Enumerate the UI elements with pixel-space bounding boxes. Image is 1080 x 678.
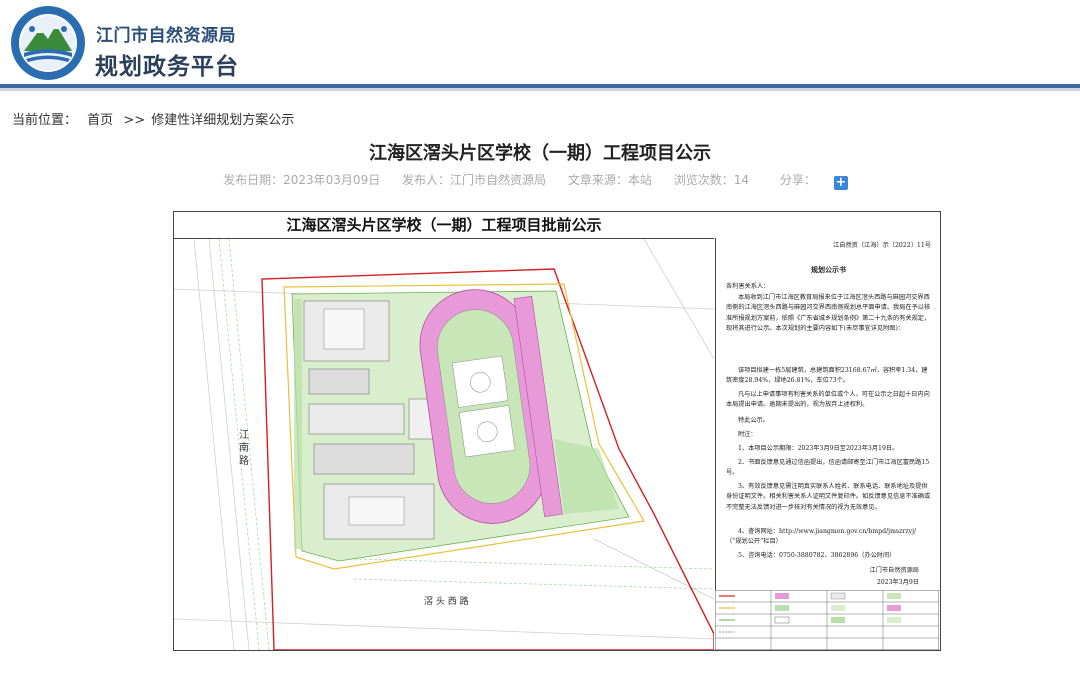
site-plan-map: 江 南 路 滘 头 西 路 <box>174 239 714 650</box>
notice-para-4: 特此公示。 <box>738 417 769 424</box>
notice-attach-label: 附注： <box>738 431 757 438</box>
notice-note-4: 4、查询网址：http://www.jiangmen.gov.cn/bmpd/j… <box>726 528 917 546</box>
org-name: 江门市自然资源局 <box>96 26 236 46</box>
breadcrumb-home-link[interactable]: 首页 <box>87 113 113 128</box>
notice-note-2: 2、书面反馈意见通过信函提出，信函请邮寄至江门市江海区富民路15号。 <box>726 459 930 477</box>
share-text: 分享： <box>779 173 816 187</box>
breadcrumb-current-link[interactable]: 修建性详细规划方案公示 <box>151 113 294 128</box>
publish-date: 发布日期：2023年03月09日 <box>223 173 381 187</box>
notice-note-5: 5、咨询电话：0750-3880782、3862896（办公时间） <box>738 552 896 559</box>
breadcrumb: 当前位置： 首页 >> 修建性详细规划方案公示 <box>12 109 294 128</box>
breadcrumb-separator: >> <box>123 113 146 128</box>
notice-note-3: 3、有效反馈意见需注明真实联系人姓名、联系电话、联系地址及提供身份证明文件。相关… <box>726 483 931 511</box>
notice-salutation: 各利害关系人： <box>726 283 770 290</box>
notice-para-2: 该项目拟建一栋5层建筑，总建筑面积23168.67㎡，容积率1.34，建筑密度2… <box>726 367 928 385</box>
poster-title: 江海区滘头片区学校（一期）工程项目批前公示 <box>174 212 714 239</box>
notice-signature: 江门市自然资源局 <box>869 567 920 574</box>
map-road-label-west: 江 南 路 <box>237 429 249 466</box>
notice-para-3: 凡与以上申请事项有利害关系的单位或个人，可在公示之日起十日内向本局提出申请。逾期… <box>726 391 930 409</box>
map-legend <box>715 590 939 650</box>
notice-doc-no: 江自然资（江海）示〔2022〕11号 <box>833 242 931 249</box>
notice-poster-image[interactable]: 江海区滘头片区学校（一期）工程项目批前公示 江 南 路 滘 头 西 路 江自然资… <box>173 211 941 651</box>
notice-heading: 规划公示书 <box>811 265 846 274</box>
map-road-label-south: 滘 头 西 路 <box>424 595 469 607</box>
notice-sign-date: 2023年3月9日 <box>876 579 919 586</box>
notice-text-panel: 江自然资（江海）示〔2022〕11号 规划公示书 各利害关系人： 本局收到江门市… <box>715 238 940 650</box>
notice-para-1: 本局收到江门市江海区教育局报来位于江海区滘头西路与麻园河交界西南侧的江海区滘头西… <box>726 294 931 333</box>
header-divider-light <box>0 88 1080 91</box>
publisher: 发布人：江门市自然资源局 <box>402 173 547 187</box>
breadcrumb-label: 当前位置： <box>12 113 78 128</box>
article-meta: 发布日期：2023年03月09日 发布人：江门市自然资源局 文章来源：本站 浏览… <box>0 171 1080 190</box>
site-header: 江门市自然资源局 规划政务平台 <box>0 0 1080 84</box>
share-plus-icon[interactable]: + <box>833 176 848 190</box>
article-title: 江海区滘头片区学校（一期）工程项目公示 <box>369 143 711 164</box>
bureau-logo[interactable] <box>10 5 86 81</box>
share-label: 分享： + <box>771 173 857 190</box>
notice-note-1: 1、本项目公示期限：2023年3月9日至2023年3月19日。 <box>738 445 899 452</box>
view-count: 浏览次数：14 <box>673 173 750 187</box>
source: 文章来源：本站 <box>567 173 652 187</box>
platform-name: 规划政务平台 <box>95 54 239 80</box>
